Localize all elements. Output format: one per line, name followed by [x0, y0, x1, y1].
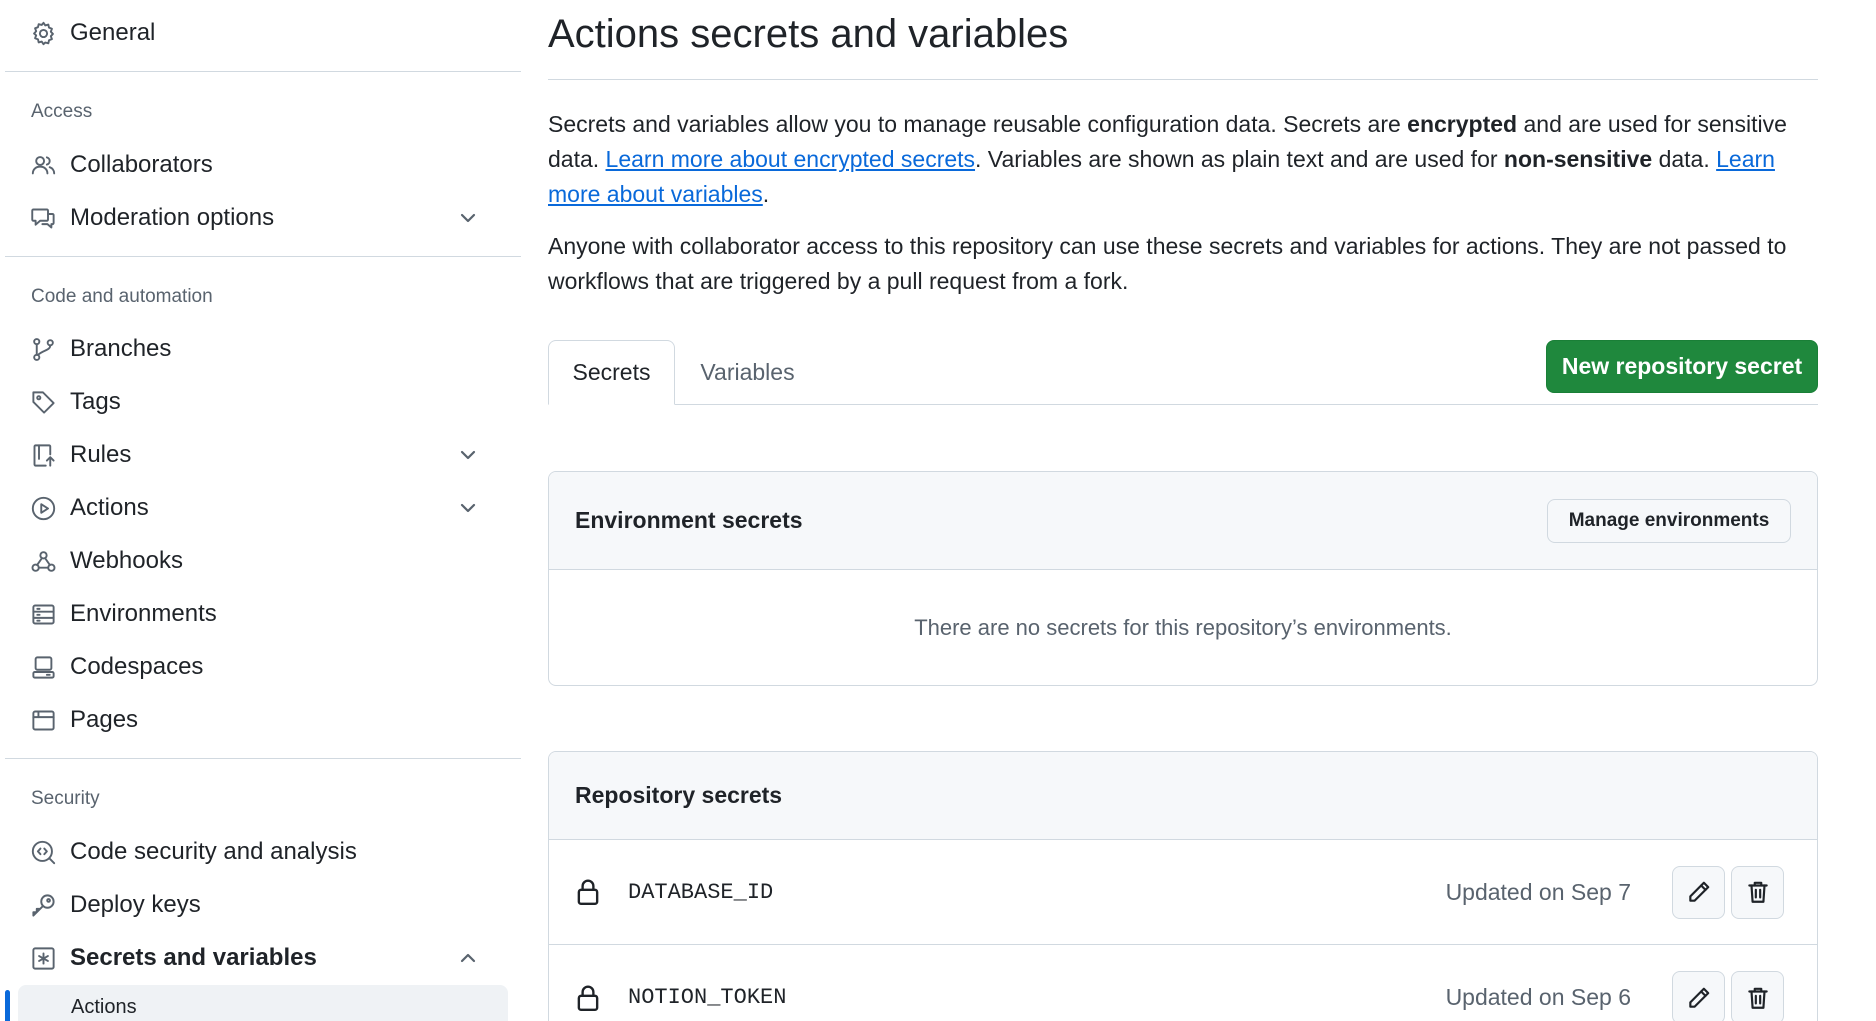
repository-secrets-header: Repository secrets — [549, 752, 1817, 840]
new-repository-secret-button[interactable]: New repository secret — [1546, 340, 1818, 393]
secret-name: DATABASE_ID — [628, 879, 774, 905]
repo-push-icon — [28, 440, 58, 470]
chevron-down-icon — [456, 443, 480, 467]
chevron-up-icon — [456, 946, 480, 970]
server-icon — [28, 599, 58, 629]
sidebar-item-label: Rules — [70, 441, 132, 468]
tabs-divider — [548, 404, 1818, 405]
settings-sidebar: General Access Collaborators Moderation … — [0, 0, 522, 1021]
sidebar-item-label: Code security and analysis — [70, 838, 357, 865]
sidebar-item-label: Branches — [70, 335, 172, 362]
lock-icon — [575, 878, 601, 906]
sidebar-item-environments[interactable]: Environments — [28, 591, 508, 637]
sidebar-item-rules[interactable]: Rules — [28, 432, 508, 478]
sidebar-item-label: Deploy keys — [70, 891, 201, 918]
codescan-icon — [28, 837, 58, 867]
gear-icon — [28, 18, 58, 48]
sidebar-item-label: General — [70, 19, 156, 46]
intro-emphasis: non-sensitive — [1503, 146, 1653, 172]
repository-secrets-heading: Repository secrets — [575, 782, 783, 808]
manage-environments-button[interactable]: Manage environments — [1547, 499, 1791, 543]
intro-text: . — [762, 181, 770, 207]
secret-updated: Updated on Sep 7 — [1445, 878, 1631, 905]
sidebar-item-label: Codespaces — [70, 653, 204, 680]
chevron-down-icon — [456, 206, 480, 230]
environment-secrets-heading: Environment secrets — [575, 507, 803, 533]
intro-text: data. — [1652, 146, 1717, 172]
sidebar-item-label: Environments — [70, 600, 217, 627]
intro-paragraph: Secrets and variables allow you to manag… — [548, 107, 1820, 212]
browser-icon — [28, 705, 58, 735]
sidebar-item-label: Webhooks — [70, 547, 183, 574]
sidebar-item-actions[interactable]: Actions — [28, 485, 508, 531]
tag-icon — [28, 387, 58, 417]
sidebar-item-codespaces[interactable]: Codespaces — [28, 644, 508, 690]
sidebar-item-label: Tags — [70, 388, 121, 415]
sidebar-item-label: Collaborators — [70, 151, 213, 178]
title-divider — [548, 79, 1818, 80]
chevron-down-icon — [456, 496, 480, 520]
sidebar-item-pages[interactable]: Pages — [28, 697, 508, 743]
secret-updated: Updated on Sep 6 — [1445, 984, 1631, 1010]
secret-row: NOTION_TOKEN Updated on Sep 6 — [549, 945, 1817, 1021]
pencil-icon — [1688, 987, 1709, 1008]
intro-emphasis: encrypted — [1407, 111, 1518, 137]
trash-icon — [1747, 987, 1768, 1009]
sidebar-item-branches[interactable]: Branches — [28, 326, 508, 372]
sidebar-divider — [5, 758, 521, 759]
git-branch-icon — [28, 334, 58, 364]
trash-icon — [1747, 881, 1768, 903]
sidebar-divider — [5, 256, 521, 257]
webhook-icon — [28, 546, 58, 576]
edit-secret-button[interactable] — [1672, 865, 1725, 919]
sidebar-item-moderation-options[interactable]: Moderation options — [28, 195, 508, 241]
sidebar-item-tags[interactable]: Tags — [28, 379, 508, 425]
sidebar-item-code-security[interactable]: Code security and analysis — [28, 829, 508, 875]
sidebar-item-general[interactable]: General — [28, 10, 508, 56]
tab-secrets[interactable]: Secrets — [548, 340, 675, 405]
lock-icon — [575, 984, 601, 1012]
intro-text: Secrets and variables allow you to manag… — [548, 111, 1408, 137]
learn-more-secrets-link[interactable]: Learn more about encrypted secrets — [606, 146, 975, 172]
sidebar-item-label: Secrets and variables — [70, 944, 317, 971]
key-asterisk-icon — [28, 943, 58, 973]
delete-secret-button[interactable] — [1731, 971, 1784, 1021]
secret-name: NOTION_TOKEN — [628, 985, 787, 1010]
people-icon — [28, 150, 58, 180]
secrets-variables-tabs: Secrets Variables New repository secret — [548, 340, 1818, 405]
comment-discussion-icon — [28, 203, 58, 233]
sidebar-item-collaborators[interactable]: Collaborators — [28, 142, 508, 188]
sidebar-item-deploy-keys[interactable]: Deploy keys — [28, 882, 508, 928]
sidebar-item-secrets-and-variables[interactable]: Secrets and variables — [28, 935, 508, 981]
sidebar-item-label: Actions — [70, 494, 149, 521]
repository-secrets-box: Repository secrets DATABASE_ID Updated o… — [548, 751, 1818, 1021]
play-icon — [28, 493, 58, 523]
sidebar-item-label: Moderation options — [70, 204, 275, 231]
edit-secret-button[interactable] — [1672, 971, 1725, 1021]
intro-text: . Variables are shown as plain text and … — [975, 146, 1504, 172]
pencil-icon — [1688, 881, 1709, 902]
empty-state-message: There are no secrets for this repository… — [914, 614, 1452, 640]
key-icon — [28, 890, 58, 920]
sidebar-item-label: Pages — [70, 706, 139, 733]
sidebar-heading-code-automation: Code and automation — [31, 286, 213, 307]
environment-secrets-header: Environment secrets Manage environments — [549, 472, 1817, 570]
secret-row: DATABASE_ID Updated on Sep 7 — [549, 840, 1817, 945]
sidebar-item-webhooks[interactable]: Webhooks — [28, 538, 508, 584]
environment-secrets-box: Environment secrets Manage environments … — [548, 471, 1818, 686]
page-title: Actions secrets and variables — [548, 12, 1069, 56]
tab-variables[interactable]: Variables — [675, 340, 820, 405]
sidebar-heading-access: Access — [31, 101, 93, 122]
sidebar-item-label: Actions — [71, 995, 137, 1018]
sidebar-divider — [5, 71, 521, 72]
access-note-paragraph: Anyone with collaborator access to this … — [548, 233, 1787, 294]
sidebar-subitem-actions[interactable]: Actions — [18, 985, 508, 1021]
active-indicator — [5, 990, 10, 1021]
delete-secret-button[interactable] — [1731, 865, 1784, 919]
sidebar-heading-security: Security — [31, 788, 100, 809]
codespaces-icon — [28, 652, 58, 682]
